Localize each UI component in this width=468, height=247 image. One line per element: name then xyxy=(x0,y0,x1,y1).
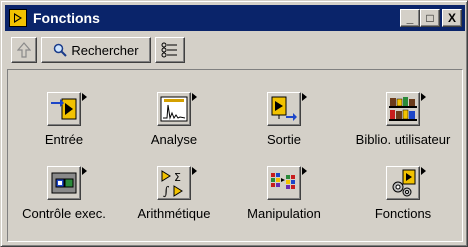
window-title: Fonctions xyxy=(33,10,100,26)
maximize-button[interactable]: □ xyxy=(420,9,440,27)
palette-item-label: Biblio. utilisateur xyxy=(355,132,451,147)
minimize-icon: _ xyxy=(406,11,414,25)
search-button-label: Rechercher xyxy=(71,42,139,58)
up-button[interactable] xyxy=(11,37,37,63)
palette-item-label: Contrôle exec. xyxy=(22,206,106,221)
palette-toolbar: Rechercher xyxy=(5,35,465,65)
arithmetic-icon: Σ ∫ xyxy=(157,166,197,200)
input-icon xyxy=(47,92,87,126)
palette-options-icon xyxy=(161,42,177,58)
palette-item-arithmetique[interactable]: Σ ∫ Arithmétique xyxy=(120,166,228,236)
analysis-icon xyxy=(157,92,197,126)
close-button[interactable]: X xyxy=(442,9,462,27)
palette-item-analyse[interactable]: Analyse xyxy=(120,92,228,162)
palette-item-label: Arithmétique xyxy=(137,206,211,221)
palette-item-label: Fonctions xyxy=(374,206,432,221)
svg-text:Σ: Σ xyxy=(174,171,181,184)
palette-item-manipulation[interactable]: Manipulation xyxy=(230,166,338,236)
close-icon: X xyxy=(447,11,456,25)
labview-app-icon xyxy=(9,9,27,27)
options-button[interactable] xyxy=(155,37,185,63)
palette-item-controle-exec[interactable]: Contrôle exec. xyxy=(10,166,118,236)
palette-item-label: Manipulation xyxy=(247,206,321,221)
magnifier-icon xyxy=(54,43,68,57)
functions-icon xyxy=(386,166,426,200)
palette-item-sortie[interactable]: Sortie xyxy=(230,92,338,162)
palette-item-label: Analyse xyxy=(150,132,198,147)
palette-item-label: Entrée xyxy=(44,132,84,147)
user-library-icon xyxy=(386,92,426,126)
up-arrow-icon xyxy=(17,42,31,58)
search-button[interactable]: Rechercher xyxy=(41,37,151,63)
functions-palette-window: Fonctions _ □ X Rechercher Entrée Analys… xyxy=(0,0,468,247)
maximize-icon: □ xyxy=(426,11,434,25)
palette-item-biblio-utilisateur[interactable]: Biblio. utilisateur xyxy=(346,92,460,162)
title-bar[interactable]: Fonctions _ □ X xyxy=(5,5,465,31)
palette-item-fonctions[interactable]: Fonctions xyxy=(346,166,460,236)
palette-item-entree[interactable]: Entrée xyxy=(10,92,118,162)
manipulation-icon xyxy=(267,166,307,200)
minimize-button[interactable]: _ xyxy=(400,9,420,27)
palette-panel: Entrée Analyse Sortie Biblio. utilisateu… xyxy=(7,69,463,242)
palette-item-label: Sortie xyxy=(267,132,301,147)
output-icon xyxy=(267,92,307,126)
exec-control-icon xyxy=(47,166,87,200)
svg-text:∫: ∫ xyxy=(163,184,170,198)
